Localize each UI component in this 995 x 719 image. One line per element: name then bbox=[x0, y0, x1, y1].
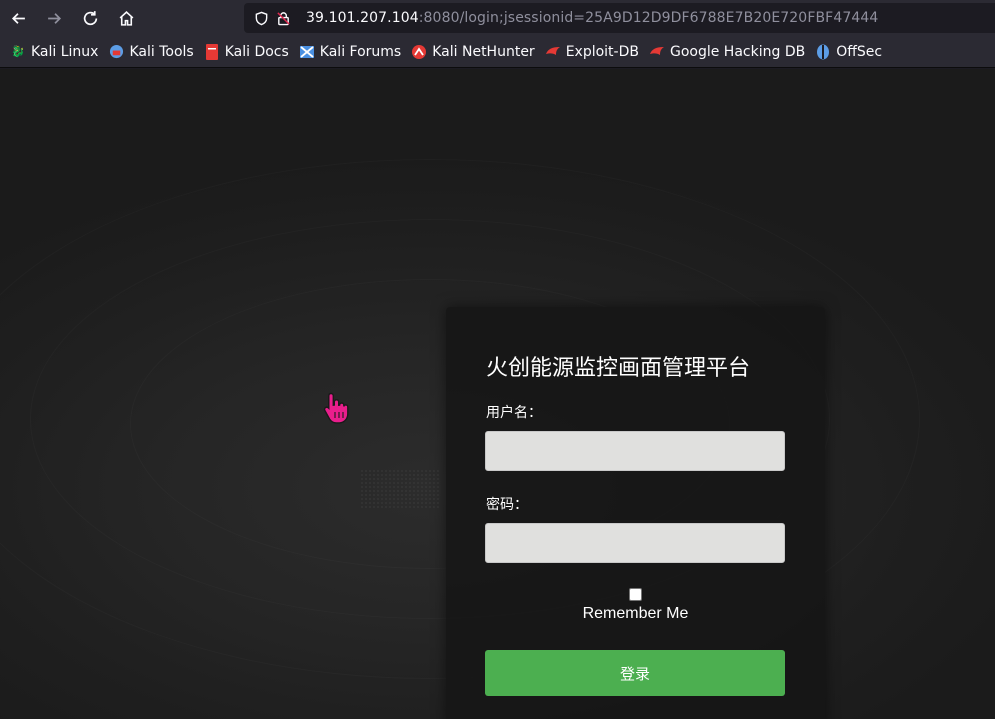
username-label: 用户名： bbox=[486, 405, 542, 421]
bookmark-label: Google Hacking DB bbox=[669, 43, 806, 60]
bookmark-google-hacking-db[interactable]: Google Hacking DB bbox=[645, 40, 809, 64]
address-bar[interactable]: 39.101.207.104:8080/login;jsessionid=25A… bbox=[244, 3, 995, 33]
bookmark-label: OffSec bbox=[836, 43, 883, 60]
ghdb-icon bbox=[649, 44, 665, 60]
reload-icon bbox=[83, 10, 97, 25]
bookmark-exploit-db[interactable]: Exploit-DB bbox=[541, 40, 643, 64]
kali-forums-icon bbox=[299, 44, 315, 60]
bookmark-kali-linux[interactable]: 🐉 Kali Linux bbox=[6, 40, 102, 64]
tracking-shield-icon[interactable] bbox=[250, 3, 272, 33]
offsec-icon bbox=[815, 44, 831, 60]
remember-me-label[interactable]: Remember Me bbox=[446, 605, 825, 623]
bookmark-label: Kali Linux bbox=[31, 43, 99, 60]
bookmark-label: Exploit-DB bbox=[565, 43, 639, 60]
bookmark-kali-forums[interactable]: Kali Forums bbox=[295, 40, 405, 64]
insecure-lock-icon[interactable] bbox=[272, 3, 294, 33]
kali-docs-icon bbox=[204, 43, 220, 60]
kali-tools-icon bbox=[108, 44, 124, 60]
url-text: 39.101.207.104:8080/login;jsessionid=25A… bbox=[306, 10, 878, 26]
kali-dragon-icon: 🐉 bbox=[11, 45, 25, 58]
back-arrow-icon bbox=[11, 12, 25, 24]
bookmark-label: Kali Tools bbox=[129, 43, 194, 60]
bookmarks-bar: 🐉 Kali Linux Kali Tools Kali Docs Kali F… bbox=[0, 36, 995, 68]
browser-toolbar: 39.101.207.104:8080/login;jsessionid=25A… bbox=[0, 0, 995, 36]
url-host: 39.101.207.104 bbox=[306, 10, 419, 26]
bookmark-kali-docs[interactable]: Kali Docs bbox=[200, 40, 293, 64]
bookmark-kali-tools[interactable]: Kali Tools bbox=[104, 40, 197, 64]
password-label: 密码： bbox=[486, 497, 528, 513]
back-button[interactable] bbox=[0, 0, 36, 36]
background-texture bbox=[360, 469, 440, 509]
bookmark-label: Kali Forums bbox=[319, 43, 402, 60]
page-background: 火创能源监控画面管理平台 用户名： 密码： Remember Me 登录 bbox=[0, 69, 995, 719]
nethunter-icon bbox=[411, 44, 427, 60]
login-title: 火创能源监控画面管理平台 bbox=[486, 356, 751, 381]
url-path: :8080/login;jsessionid=25A9D12D9DF6788E7… bbox=[418, 10, 879, 26]
forward-arrow-icon bbox=[47, 12, 61, 24]
hand-pointer-cursor-icon bbox=[323, 392, 349, 424]
home-icon bbox=[119, 10, 133, 26]
forward-button[interactable] bbox=[36, 0, 72, 36]
login-panel: 火创能源监控画面管理平台 用户名： 密码： Remember Me 登录 bbox=[446, 307, 825, 719]
exploit-db-icon bbox=[545, 44, 561, 60]
bookmark-label: Kali NetHunter bbox=[432, 43, 535, 60]
home-button[interactable] bbox=[108, 0, 144, 36]
username-input[interactable] bbox=[485, 431, 785, 471]
login-button[interactable]: 登录 bbox=[485, 650, 785, 696]
remember-me-checkbox[interactable] bbox=[629, 588, 642, 601]
reload-button[interactable] bbox=[72, 0, 108, 36]
bookmark-kali-nethunter[interactable]: Kali NetHunter bbox=[407, 40, 538, 64]
bookmark-label: Kali Docs bbox=[224, 43, 289, 60]
remember-me-group: Remember Me bbox=[446, 588, 825, 623]
password-input[interactable] bbox=[485, 523, 785, 563]
bookmark-offsec[interactable]: OffSec bbox=[811, 40, 886, 64]
